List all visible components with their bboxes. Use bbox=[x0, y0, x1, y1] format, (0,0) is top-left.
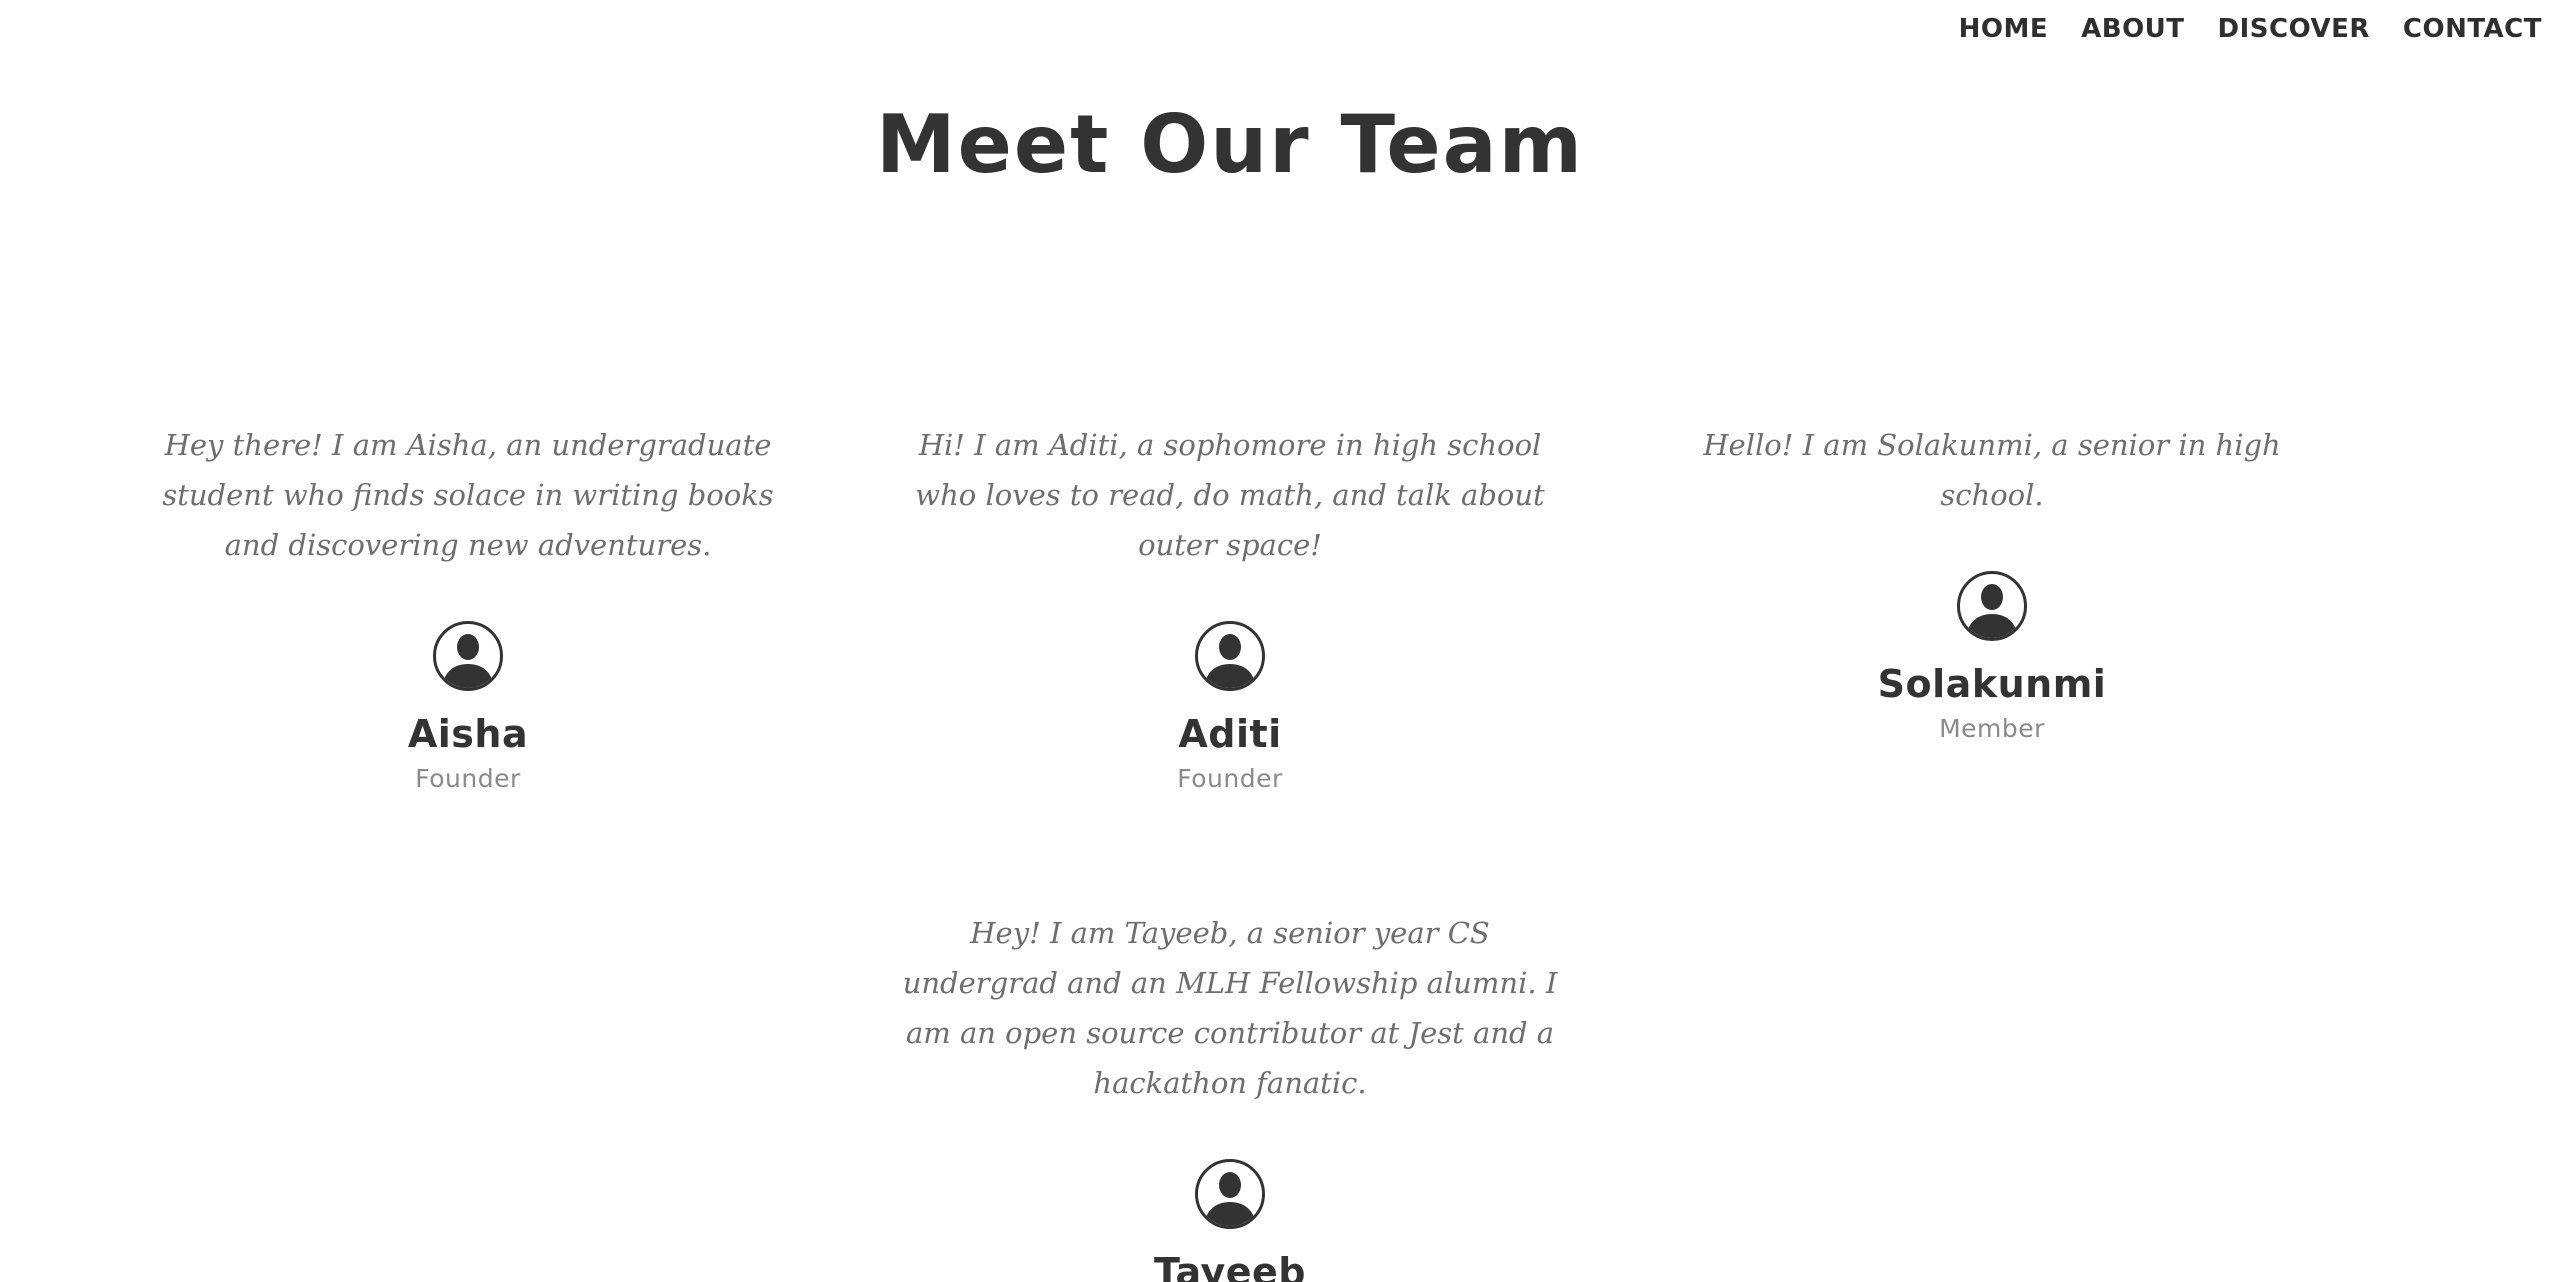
team-member-card: Hey there! I am Aisha, an undergraduate … bbox=[108, 420, 828, 793]
team-member-card: Hey! I am Tayeeb, a senior year CS under… bbox=[870, 908, 1590, 1282]
team-member-role: Founder bbox=[1177, 764, 1283, 793]
user-avatar-icon bbox=[1195, 1159, 1265, 1229]
team-member-name: Solakunmi bbox=[1877, 662, 2107, 706]
nav-about-link[interactable]: ABOUT bbox=[2081, 14, 2184, 44]
team-member-name: Aisha bbox=[407, 712, 529, 756]
team-member-card: Hello! I am Solakunmi, a senior in high … bbox=[1632, 420, 2352, 743]
nav-contact-link[interactable]: CONTACT bbox=[2403, 14, 2542, 44]
team-member-card: Hi! I am Aditi, a sophomore in high scho… bbox=[870, 420, 1590, 793]
team-member-bio: Hey! I am Tayeeb, a senior year CS under… bbox=[902, 916, 1558, 1100]
page-title: Meet Our Team bbox=[875, 98, 1585, 191]
team-member-name: Aditi bbox=[1178, 712, 1282, 756]
top-nav: HOME ABOUT DISCOVER CONTACT bbox=[1959, 14, 2542, 44]
team-member-bio: Hi! I am Aditi, a sophomore in high scho… bbox=[915, 428, 1545, 562]
user-avatar-icon bbox=[1195, 621, 1265, 691]
team-member-bio: Hello! I am Solakunmi, a senior in high … bbox=[1703, 428, 2281, 512]
team-member-role: Member bbox=[1939, 714, 2045, 743]
nav-discover-link[interactable]: DISCOVER bbox=[2218, 14, 2370, 44]
nav-home-link[interactable]: HOME bbox=[1959, 14, 2049, 44]
team-member-name: Tayeeb bbox=[1153, 1250, 1306, 1282]
user-avatar-icon bbox=[433, 621, 503, 691]
team-member-bio: Hey there! I am Aisha, an undergraduate … bbox=[162, 428, 774, 562]
user-avatar-icon bbox=[1957, 571, 2027, 641]
team-member-role: Founder bbox=[415, 764, 521, 793]
